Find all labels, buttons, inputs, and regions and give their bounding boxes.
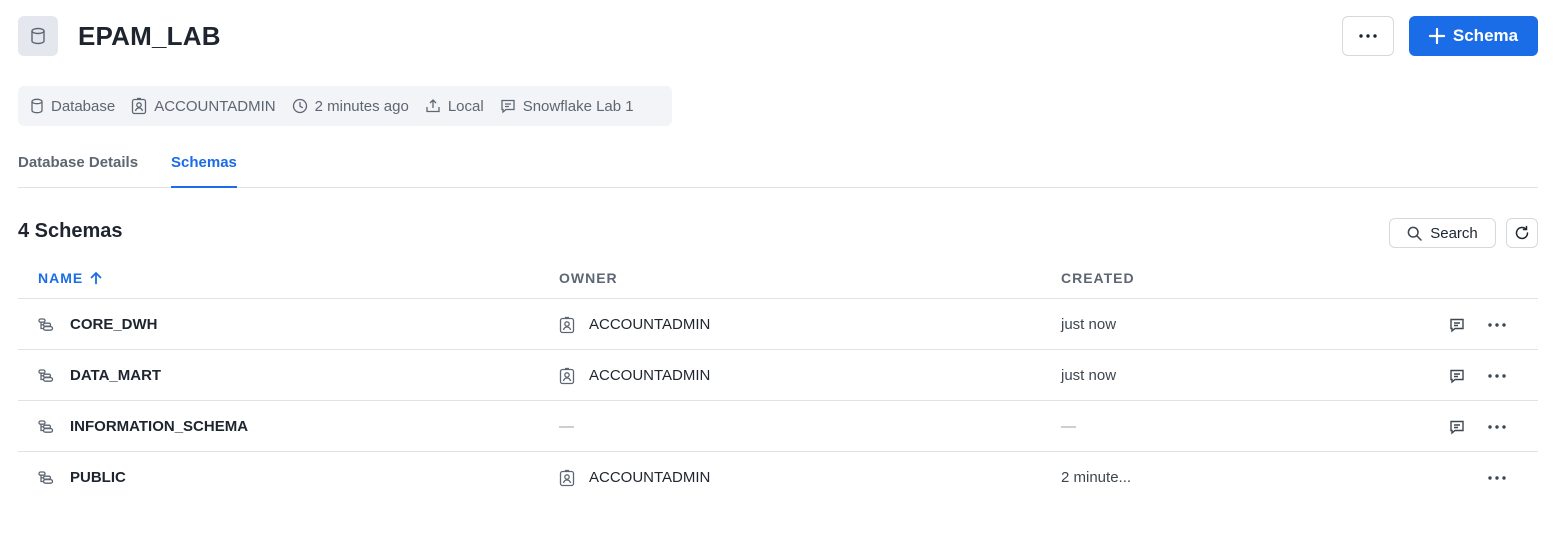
more-horizontal-icon	[1488, 322, 1506, 327]
schemas-count-title: 4 Schemas	[18, 220, 123, 242]
schema-name-cell[interactable]: DATA_MART	[38, 350, 161, 401]
schemas-table: NAME OWNER CREATED CORE_DWH ACCOUNTADMIN j…	[18, 258, 1538, 503]
created-value: just now	[1061, 367, 1117, 384]
comment-icon	[1449, 419, 1465, 435]
comment-button[interactable]	[1446, 350, 1468, 401]
tab-database-details[interactable]: Database Details	[18, 154, 138, 188]
table-row[interactable]: INFORMATION_SCHEMA — —	[18, 401, 1538, 452]
schema-icon	[38, 419, 54, 434]
owner-badge-icon	[131, 97, 147, 115]
meta-type: Database	[30, 98, 115, 115]
database-icon	[30, 98, 44, 114]
refresh-button[interactable]	[1506, 218, 1538, 248]
tab-schemas[interactable]: Schemas	[171, 154, 237, 188]
row-more-button[interactable]	[1484, 299, 1510, 350]
created-value: —	[1061, 418, 1076, 435]
database-icon-box	[18, 16, 58, 56]
row-more-button[interactable]	[1484, 401, 1510, 452]
comment-icon	[500, 98, 516, 114]
created-cell: 2 minute...	[1061, 452, 1131, 503]
comment-icon	[1449, 368, 1465, 384]
search-button-label: Search	[1430, 224, 1478, 242]
more-horizontal-icon	[1359, 34, 1377, 38]
schema-icon	[38, 317, 54, 332]
schema-icon	[38, 470, 54, 485]
table-row[interactable]: CORE_DWH ACCOUNTADMIN just now	[18, 299, 1538, 350]
created-value: 2 minute...	[1061, 469, 1132, 486]
table-body: CORE_DWH ACCOUNTADMIN just now DATA_MART ACC…	[18, 299, 1538, 503]
upload-icon	[425, 98, 441, 114]
owner-name: ACCOUNTADMIN	[589, 469, 711, 486]
schema-name: PUBLIC	[70, 469, 126, 486]
table-row[interactable]: PUBLIC ACCOUNTADMIN 2 minute...	[18, 452, 1538, 503]
more-horizontal-icon	[1488, 475, 1506, 480]
comment-button[interactable]	[1446, 299, 1468, 350]
owner-empty: —	[559, 418, 574, 435]
owner-badge-icon	[559, 469, 575, 487]
add-schema-label: Schema	[1452, 26, 1519, 45]
schema-name: CORE_DWH	[70, 316, 158, 333]
more-horizontal-icon	[1488, 424, 1506, 429]
search-button[interactable]: Search	[1389, 218, 1496, 248]
owner-cell: ACCOUNTADMIN	[559, 299, 710, 350]
plus-icon	[1428, 28, 1445, 44]
sort-ascending-icon	[89, 271, 103, 285]
schema-name: DATA_MART	[70, 367, 162, 384]
created-cell: —	[1061, 401, 1076, 452]
add-schema-button[interactable]: Schema	[1409, 16, 1538, 56]
schema-name-cell[interactable]: CORE_DWH	[38, 299, 158, 350]
schema-name: INFORMATION_SCHEMA	[70, 418, 249, 435]
owner-name: ACCOUNTADMIN	[589, 367, 711, 384]
more-actions-button[interactable]	[1342, 16, 1394, 56]
object-meta-bar: Database ACCOUNTADMIN 2 minutes ago Loca…	[18, 86, 672, 126]
comment-icon	[1449, 317, 1465, 333]
schema-name-cell[interactable]: PUBLIC	[38, 452, 126, 503]
meta-created: 2 minutes ago	[292, 98, 409, 115]
row-more-button[interactable]	[1484, 350, 1510, 401]
database-icon	[30, 27, 46, 45]
schema-name-cell[interactable]: INFORMATION_SCHEMA	[38, 401, 248, 452]
schema-icon	[38, 368, 54, 383]
owner-badge-icon	[559, 316, 575, 334]
created-value: just now	[1061, 316, 1117, 333]
more-horizontal-icon	[1488, 373, 1506, 378]
clock-icon	[292, 98, 308, 114]
comment-button[interactable]	[1446, 401, 1468, 452]
refresh-icon	[1514, 225, 1530, 241]
created-cell: just now	[1061, 299, 1116, 350]
column-header-owner[interactable]: OWNER	[559, 270, 618, 286]
row-more-button[interactable]	[1484, 452, 1510, 503]
page-title: EPAM_LAB	[78, 21, 221, 51]
column-header-name[interactable]: NAME	[38, 270, 103, 286]
meta-comment: Snowflake Lab 1	[500, 98, 634, 115]
owner-cell: ACCOUNTADMIN	[559, 452, 710, 503]
owner-cell: ACCOUNTADMIN	[559, 350, 710, 401]
owner-name: ACCOUNTADMIN	[589, 316, 711, 333]
created-cell: just now	[1061, 350, 1116, 401]
meta-origin: Local	[425, 98, 484, 115]
meta-owner: ACCOUNTADMIN	[131, 97, 276, 115]
column-header-created[interactable]: CREATED	[1061, 270, 1135, 286]
search-icon	[1407, 226, 1422, 241]
table-row[interactable]: DATA_MART ACCOUNTADMIN just now	[18, 350, 1538, 401]
owner-badge-icon	[559, 367, 575, 385]
tab-bar: Database Details Schemas	[18, 150, 1538, 188]
table-header: NAME OWNER CREATED	[18, 258, 1538, 299]
owner-cell: —	[559, 401, 574, 452]
